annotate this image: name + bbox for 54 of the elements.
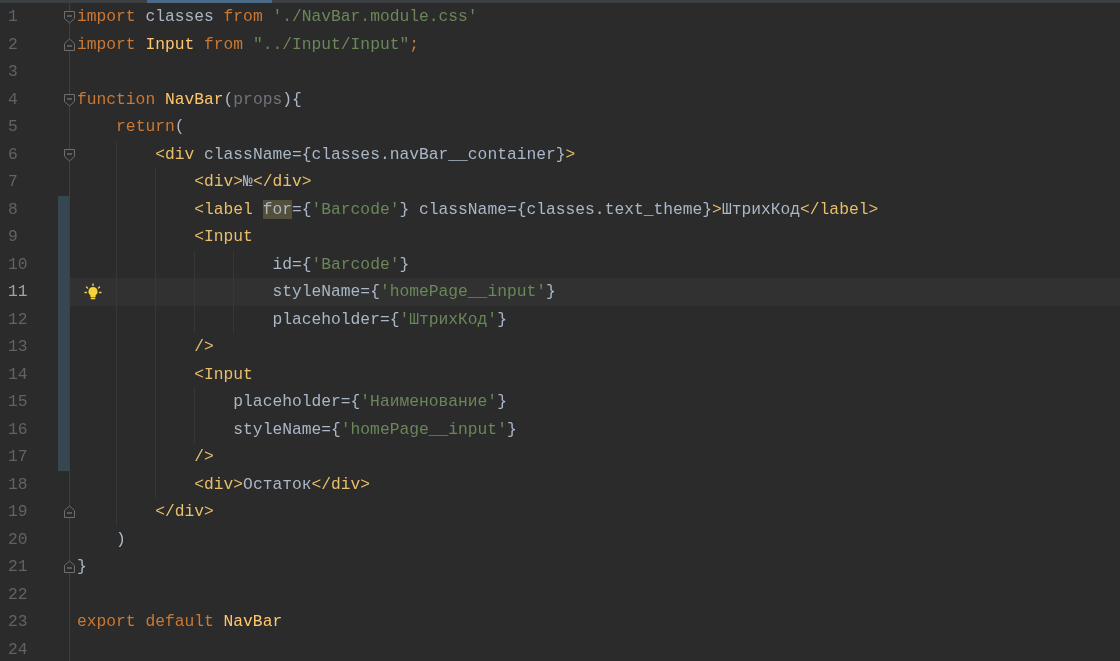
fold-icon[interactable]	[63, 37, 76, 52]
code-line: </div>	[155, 502, 214, 521]
code-line: )	[116, 529, 126, 549]
line-number: 12	[7, 308, 29, 331]
code-line: placeholder={'Наименование'}	[233, 392, 507, 411]
line-number: 19	[7, 501, 29, 523]
code-line: export default NavBar	[77, 612, 283, 631]
line-number: 21	[7, 556, 29, 578]
fold-icon[interactable]	[63, 92, 76, 107]
line-number: 17	[7, 446, 29, 468]
code-line: />	[194, 447, 214, 466]
fold-icon[interactable]	[63, 147, 76, 162]
code-line: <div>Остаток</div>	[194, 474, 371, 494]
code-line: }	[77, 557, 87, 576]
fold-icon[interactable]	[63, 505, 76, 519]
line-number: 5	[7, 116, 19, 138]
code-line: <div>№</div>	[194, 172, 312, 191]
change-marker[interactable]	[58, 443, 69, 471]
code-line: function NavBar(props){	[77, 89, 302, 109]
line-number: 7	[7, 171, 19, 193]
code-line: placeholder={'ШтрихКод'}	[272, 309, 507, 329]
line-number: 14	[7, 363, 29, 386]
line-number: 24	[7, 638, 29, 661]
line-number: 9	[7, 226, 19, 248]
change-marker[interactable]	[58, 195, 69, 223]
fold-icon[interactable]	[63, 560, 76, 574]
line-number: 1	[7, 6, 19, 28]
code-line: id={'Barcode'}	[272, 254, 410, 274]
code-line: styleName={'homePage__input'}	[233, 419, 517, 439]
line-number: 18	[7, 473, 29, 496]
code-line: import classes from './NavBar.module.css'	[77, 7, 478, 26]
line-number: 20	[7, 528, 29, 551]
code-line: return(	[116, 117, 185, 136]
line-number: 13	[7, 336, 29, 358]
line-number: 6	[7, 143, 19, 166]
line-number: 16	[7, 418, 29, 441]
code-line: import Input from "../Input/Input";	[77, 34, 419, 54]
code-line: <Input	[194, 364, 253, 384]
line-number: 3	[7, 61, 19, 83]
code-line: <Input	[194, 227, 253, 246]
lightbulb-icon[interactable]	[84, 283, 102, 301]
code-line: styleName={'homePage__input'}	[272, 282, 556, 301]
line-number: 2	[7, 33, 19, 56]
line-number: 11	[7, 281, 29, 303]
line-number: 4	[7, 88, 19, 111]
line-number: 23	[7, 611, 29, 633]
fold-icon[interactable]	[63, 10, 76, 24]
line-number: 10	[7, 253, 29, 276]
line-number: 22	[7, 583, 29, 606]
line-number: 8	[7, 198, 19, 221]
code-line: />	[194, 337, 214, 356]
code-line: <label for={'Barcode'} className={classes.text_theme}>ШтрихКод</label>	[194, 199, 879, 219]
line-number: 15	[7, 391, 29, 413]
code-line: <div className={classes.navBar__container}>	[155, 144, 576, 164]
